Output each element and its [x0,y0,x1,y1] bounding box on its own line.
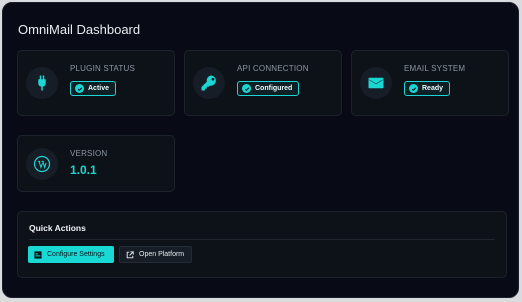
plugin-status-card: PLUGIN STATUS Active [17,50,175,116]
divider [29,239,495,240]
email-system-card: EMAIL SYSTEM Ready [351,50,509,116]
open-platform-label: Open Platform [139,251,185,258]
status-badge-text: Active [88,85,110,92]
check-icon [75,84,84,93]
quick-actions-title: Quick Actions [29,223,86,233]
email-system-label: EMAIL SYSTEM [404,64,466,73]
plugin-status-label: PLUGIN STATUS [70,64,135,73]
key-icon [193,67,225,99]
check-icon [409,84,418,93]
api-connection-card: API CONNECTION Configured [184,50,342,116]
dashboard-window: OmniMail Dashboard PLUGIN STATUS Active … [2,2,519,298]
version-card: VERSION 1.0.1 [17,135,175,192]
status-badge-configured: Configured [237,81,300,96]
open-platform-button[interactable]: Open Platform [119,246,192,263]
version-label: VERSION [70,149,108,158]
status-badge-text: Configured [255,85,293,92]
external-link-icon [126,250,134,258]
envelope-icon [360,67,392,99]
check-icon [242,84,251,93]
status-badge-active: Active [70,81,117,96]
version-value: 1.0.1 [70,163,97,177]
wordpress-icon [26,148,58,180]
status-badge-ready: Ready [404,81,451,96]
settings-panel-icon [34,250,42,259]
status-badge-text: Ready [422,85,444,92]
plug-icon [26,67,58,99]
configure-settings-label: Configure Settings [47,251,105,258]
quick-actions-panel: Quick Actions Configure Settings Open Pl… [17,211,507,278]
page-title: OmniMail Dashboard [18,22,141,37]
api-connection-label: API CONNECTION [237,64,309,73]
configure-settings-button[interactable]: Configure Settings [28,246,114,263]
